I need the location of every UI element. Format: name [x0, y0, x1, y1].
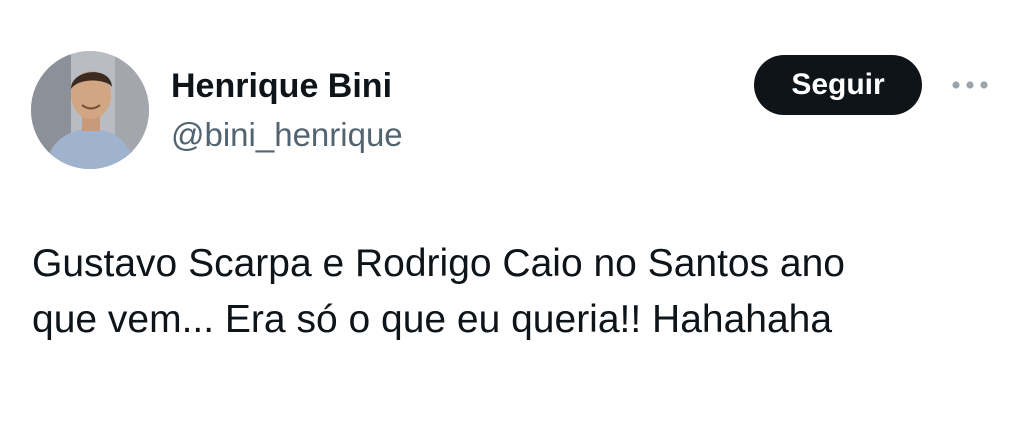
tweet-text: Gustavo Scarpa e Rodrigo Caio no Santos … — [32, 242, 846, 341]
follow-button[interactable]: Seguir — [754, 55, 922, 115]
more-options-button[interactable] — [946, 70, 994, 100]
author-display-name[interactable]: Henrique Bini — [171, 66, 392, 106]
avatar[interactable] — [31, 51, 149, 169]
tweet-card: Henrique Bini @bini_henrique Seguir Gust… — [0, 0, 1024, 422]
more-horizontal-icon — [952, 81, 988, 89]
author-handle[interactable]: @bini_henrique — [171, 115, 403, 155]
avatar-photo — [31, 51, 149, 169]
